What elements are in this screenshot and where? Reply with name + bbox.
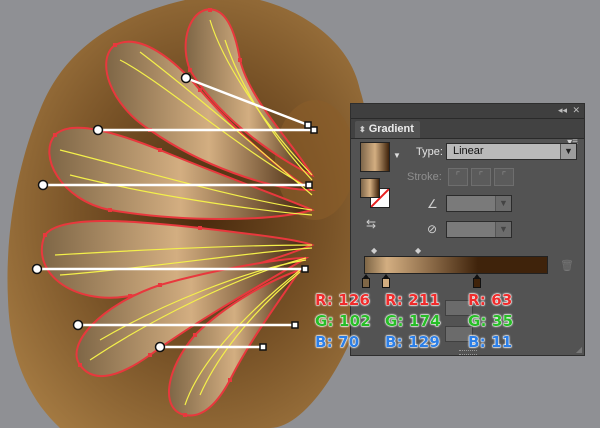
double-chevron-icon[interactable]: ◂◂ bbox=[558, 105, 567, 116]
stop1-red-value: R: 126 bbox=[315, 291, 371, 309]
type-label: Type: bbox=[416, 146, 443, 158]
gradient-preview-swatch[interactable] bbox=[360, 142, 390, 172]
midpoint-diamond-icon[interactable]: ◆ bbox=[371, 246, 377, 255]
chevron-down-icon[interactable]: ▼ bbox=[560, 144, 576, 159]
tab-gradient[interactable]: ⬍ Gradient bbox=[355, 121, 420, 138]
type-select[interactable]: Linear ▼ bbox=[446, 143, 577, 160]
aspect-ratio-field[interactable]: ▼ bbox=[446, 221, 512, 238]
fill-stroke-toggle[interactable] bbox=[360, 178, 394, 212]
reverse-gradient-icon[interactable]: ⇆ bbox=[366, 217, 376, 231]
stop3-green-value: G: 35 bbox=[468, 312, 514, 330]
stroke-label: Stroke: bbox=[407, 171, 442, 183]
stop2-red-value: R: 211 bbox=[385, 291, 441, 309]
stop2-blue-value: B: 129 bbox=[385, 333, 440, 351]
stop2-green-value: G: 174 bbox=[385, 312, 441, 330]
fill-swatch[interactable] bbox=[360, 178, 380, 198]
gradient-stop[interactable] bbox=[473, 274, 481, 288]
trash-icon[interactable]: 🗑 bbox=[560, 259, 574, 272]
gradient-stop[interactable] bbox=[382, 274, 390, 288]
chevron-down-icon[interactable]: ▼ bbox=[495, 196, 511, 211]
panel-tab-bar: ⬍Gradient ▾≡ bbox=[351, 119, 584, 148]
resize-corner-icon[interactable]: ◢ bbox=[576, 345, 582, 354]
stroke-within-button[interactable]: ⌜ bbox=[448, 168, 468, 186]
gradient-slider[interactable] bbox=[364, 256, 548, 274]
expand-toggle-icon[interactable]: ⬍ bbox=[359, 125, 366, 134]
midpoint-diamond-icon[interactable]: ◆ bbox=[415, 246, 421, 255]
angle-field[interactable]: ▼ bbox=[446, 195, 512, 212]
stop1-green-value: G: 102 bbox=[315, 312, 371, 330]
panel-top-bar: ◂◂ ✕ bbox=[351, 104, 584, 119]
aspect-ratio-icon: ⊘ bbox=[427, 222, 438, 236]
stroke-across-button[interactable]: ⌜ bbox=[494, 168, 514, 186]
type-select-value: Linear bbox=[453, 145, 484, 157]
gradient-stop[interactable] bbox=[362, 274, 370, 288]
close-icon[interactable]: ✕ bbox=[572, 105, 580, 116]
stop1-blue-value: B: 70 bbox=[315, 333, 360, 351]
chevron-down-icon[interactable]: ▼ bbox=[393, 151, 401, 160]
chevron-down-icon[interactable]: ▼ bbox=[495, 222, 511, 237]
stroke-along-button[interactable]: ⌜ bbox=[471, 168, 491, 186]
tab-gradient-label: Gradient bbox=[368, 123, 414, 135]
angle-icon: ∠ bbox=[427, 197, 438, 211]
stop3-red-value: R: 63 bbox=[468, 291, 513, 309]
stop3-blue-value: B: 11 bbox=[468, 333, 513, 351]
